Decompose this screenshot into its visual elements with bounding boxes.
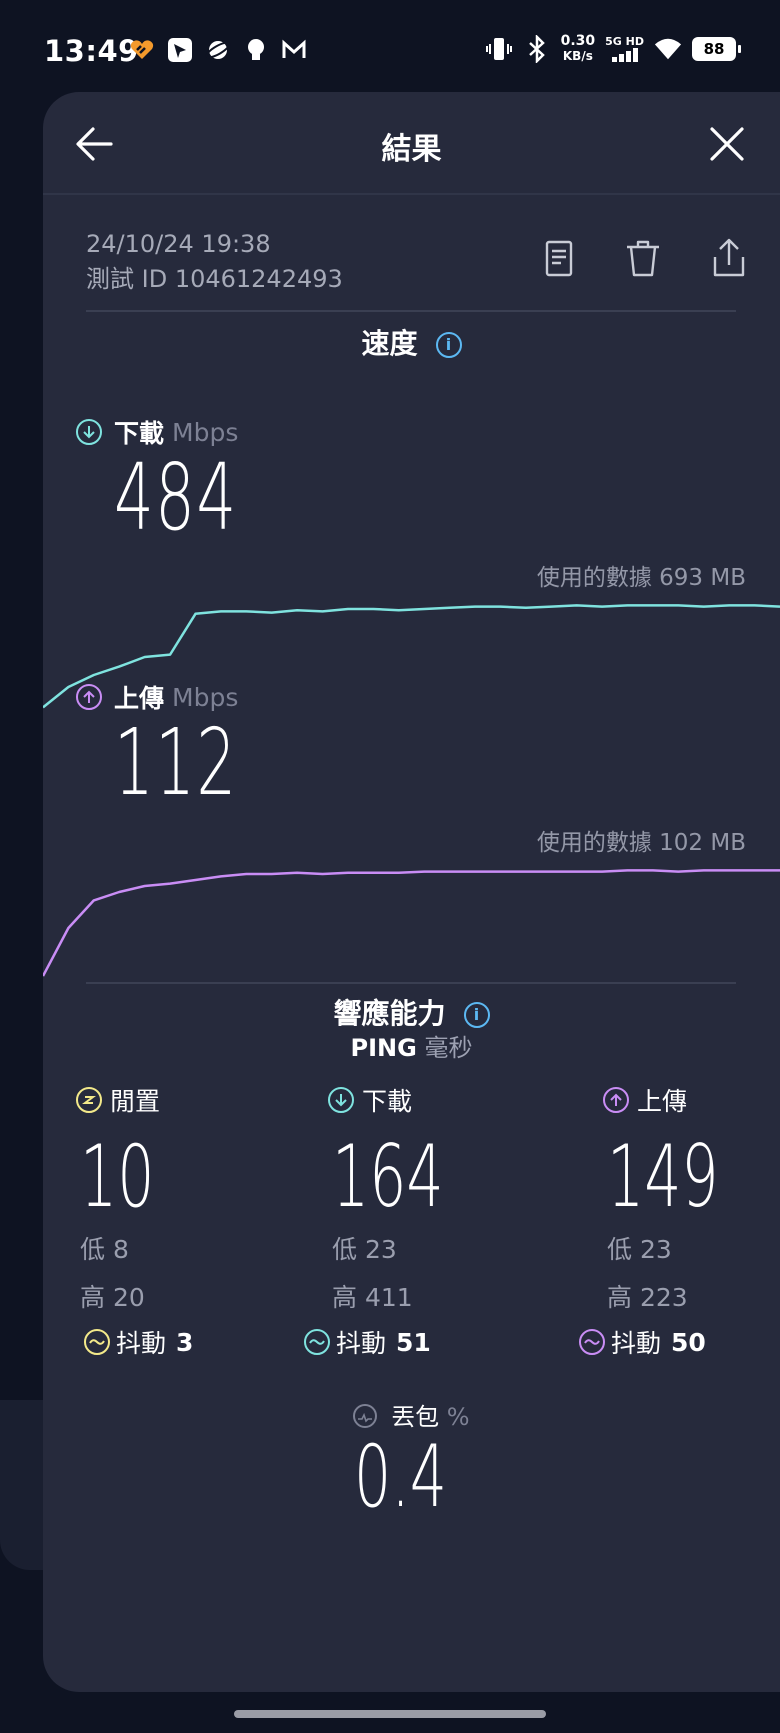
test-id: 測試 ID 10461242493: [86, 265, 343, 293]
download-speed-value: 484: [114, 444, 238, 551]
close-icon: [710, 127, 744, 161]
idle-icon: [76, 1087, 102, 1113]
packet-loss-icon: [353, 1404, 378, 1428]
test-date: 24/10/24 19:38: [86, 230, 271, 258]
details-button[interactable]: [539, 237, 579, 281]
ping-download-label: 下載: [328, 1082, 548, 1118]
ping-idle-value: 10: [80, 1127, 155, 1227]
packet-loss-value: 0.4: [354, 1427, 448, 1527]
status-bar: 13:49 0.30 KB/s 5G HD 88: [0, 0, 780, 92]
ping-download-value: 164: [332, 1127, 444, 1227]
jitter-wave-icon: [304, 1329, 330, 1355]
upload-arrow-icon: [76, 684, 102, 710]
top-bar: 結果: [43, 92, 780, 195]
ping-upload-column: 上傳 149 低 23 高 223 抖動 50: [579, 1082, 780, 1360]
mail-app-icon: [280, 36, 308, 64]
jitter-wave-icon: [579, 1329, 605, 1355]
arrow-app-icon: [166, 36, 194, 64]
responsiveness-info-icon[interactable]: i: [463, 1002, 490, 1028]
ping-idle-label: 閒置: [76, 1082, 296, 1118]
ping-download-high: 高 411: [332, 1283, 413, 1312]
signal-bars-icon: [611, 48, 638, 62]
ping-idle-high: 高 20: [80, 1283, 145, 1312]
results-sheet: 結果 24/10/24 19:38 測試 ID 10461242493 速度 i …: [43, 92, 780, 1692]
page-title: 結果: [381, 132, 442, 167]
ping-download-low: 低 23: [332, 1235, 397, 1264]
ping-upload-jitter: 抖動 50: [579, 1324, 780, 1360]
status-time: 13:49: [44, 34, 139, 68]
ping-download-column: 下載 164 低 23 高 411 抖動 51: [304, 1082, 548, 1360]
ping-upload-high: 高 223: [607, 1283, 688, 1312]
net-speed: 0.30 KB/s: [560, 33, 596, 64]
divider: [86, 310, 736, 312]
notification-icons: [128, 36, 308, 64]
bluetooth-icon: [523, 35, 551, 63]
status-right: 0.30 KB/s 5G HD 88: [485, 33, 741, 64]
upload-line: [43, 869, 780, 977]
responsiveness-section-title: 響應能力 i: [43, 992, 780, 1032]
close-button[interactable]: [703, 120, 751, 168]
trash-icon: [627, 240, 659, 277]
ping-idle-low: 低 8: [80, 1235, 129, 1264]
bulb-app-icon: [242, 36, 270, 64]
ping-upload-low: 低 23: [607, 1235, 672, 1264]
ping-idle-jitter: 抖動 3: [84, 1324, 296, 1360]
download-arrow-icon: [328, 1087, 354, 1113]
planet-app-icon: [204, 36, 232, 64]
upload-speed-value: 112: [114, 709, 238, 816]
share-icon: [713, 238, 745, 277]
ping-upload-value: 149: [607, 1127, 719, 1227]
download-arrow-icon: [76, 419, 102, 445]
jitter-wave-icon: [84, 1329, 110, 1355]
delete-button[interactable]: [623, 237, 663, 281]
vibrate-icon: [485, 35, 513, 63]
battery-indicator: 88: [692, 37, 741, 61]
speed-section-title: 速度 i: [43, 322, 780, 362]
speed-info-icon[interactable]: i: [435, 332, 462, 358]
upload-arrow-icon: [603, 1087, 629, 1113]
wifi-icon: [654, 35, 682, 63]
divider: [86, 982, 736, 984]
document-icon: [545, 240, 573, 277]
share-button[interactable]: [709, 237, 749, 281]
cell-signal: 5G HD: [605, 36, 644, 62]
ping-header: PING 毫秒: [350, 1034, 473, 1062]
heart-app-icon: [128, 36, 156, 64]
home-indicator[interactable]: [234, 1710, 546, 1718]
ping-upload-label: 上傳: [603, 1082, 780, 1118]
ping-download-jitter: 抖動 51: [304, 1324, 548, 1360]
ping-idle-column: 閒置 10 低 8 高 20 抖動 3: [76, 1082, 296, 1360]
